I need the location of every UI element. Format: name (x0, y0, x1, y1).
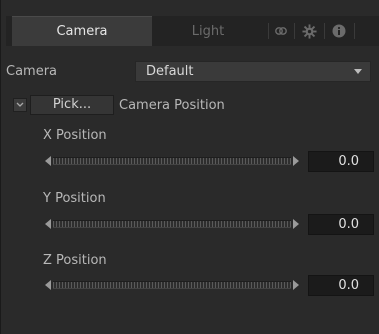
arrow-left-icon (45, 280, 51, 290)
tab-divider (354, 23, 355, 39)
camera-position-label: Camera Position (119, 98, 225, 113)
gear-icon[interactable] (299, 21, 319, 41)
y-position-field[interactable]: 0.0 (308, 214, 374, 235)
z-position-label: Z Position (43, 253, 107, 268)
pick-button[interactable]: Pick... (30, 95, 114, 115)
tab-light[interactable]: Light (152, 16, 264, 46)
x-position-slider[interactable] (45, 156, 299, 166)
arrow-right-icon (293, 219, 299, 229)
tab-divider (268, 23, 269, 39)
chevron-down-icon (354, 69, 362, 74)
x-position-field[interactable]: 0.0 (308, 151, 374, 172)
inspector-panel: Camera Light Camera Default Pick... Came… (0, 0, 379, 334)
tab-light-label: Light (191, 23, 225, 39)
slider-track (53, 157, 291, 165)
tab-camera-label: Camera (56, 24, 108, 39)
camera-select-value: Default (146, 64, 194, 79)
link-icon[interactable] (271, 21, 291, 41)
arrow-left-icon (45, 156, 51, 166)
tab-divider (324, 23, 325, 39)
z-position-field[interactable]: 0.0 (308, 275, 374, 296)
y-position-label: Y Position (43, 191, 106, 206)
camera-label: Camera (6, 64, 58, 79)
chevron-down-icon (16, 102, 24, 107)
arrow-left-icon (45, 219, 51, 229)
z-position-slider[interactable] (45, 280, 299, 290)
y-position-slider[interactable] (45, 219, 299, 229)
tab-bar: Camera Light (6, 16, 379, 46)
info-icon[interactable] (329, 21, 349, 41)
slider-track (53, 281, 291, 289)
camera-select[interactable]: Default (135, 61, 371, 82)
arrow-right-icon (293, 280, 299, 290)
tab-divider (294, 23, 295, 39)
expand-toggle[interactable] (13, 98, 27, 112)
arrow-right-icon (293, 156, 299, 166)
x-position-label: X Position (43, 128, 107, 143)
slider-track (53, 220, 291, 228)
tab-camera[interactable]: Camera (12, 16, 152, 46)
